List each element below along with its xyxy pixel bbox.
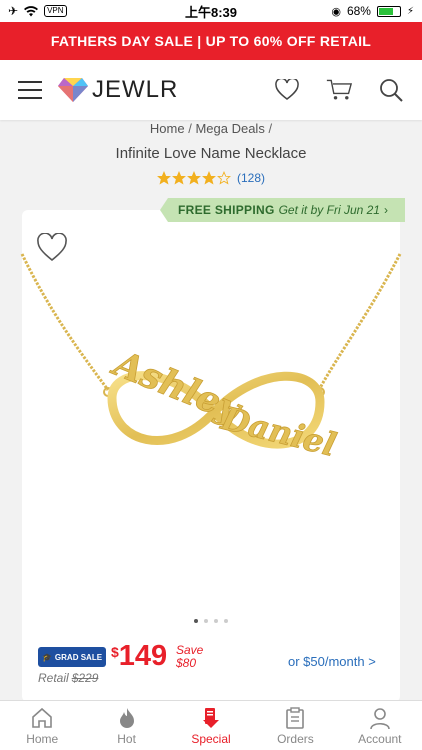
vpn-badge: VPN <box>44 5 67 17</box>
save-amount: Save $80 <box>176 644 203 670</box>
search-icon[interactable] <box>378 77 404 103</box>
grad-sale-label: GRAD SALE <box>54 652 103 662</box>
tab-hot[interactable]: Hot <box>84 701 168 750</box>
tab-label: Home <box>26 731 59 746</box>
product-title: Infinite Love Name Necklace <box>115 145 307 162</box>
app-header: JEWLR <box>0 60 422 120</box>
rating[interactable]: (128) <box>0 171 422 185</box>
flame-icon <box>119 707 134 728</box>
review-count[interactable]: (128) <box>237 171 265 185</box>
tab-home[interactable]: Home <box>0 701 84 750</box>
monthly-payment-link[interactable]: or $50/month > <box>288 654 376 669</box>
shipping-date: Get it by Fri Jun 21 <box>278 203 380 217</box>
tab-account[interactable]: Account <box>338 701 422 750</box>
carousel-dot[interactable] <box>204 619 208 623</box>
carousel-dot[interactable] <box>194 619 198 623</box>
gem-logo-icon <box>58 78 88 102</box>
retail-value: $229 <box>71 671 99 685</box>
sale-price: $ 149 <box>111 640 167 672</box>
airplane-icon: ✈ <box>8 4 19 18</box>
save-value: $80 <box>176 656 197 670</box>
breadcrumb-home[interactable]: Home <box>150 121 185 136</box>
star-icon <box>157 171 171 185</box>
promo-banner[interactable]: FATHERS DAY SALE | UP TO 60% OFF RETAIL <box>0 22 422 60</box>
tab-label: Special <box>191 731 231 746</box>
cart-icon[interactable] <box>326 77 352 103</box>
breadcrumb-separator: / <box>184 121 196 136</box>
clipboard-icon <box>286 706 305 729</box>
star-icon <box>202 171 216 185</box>
star-icon <box>187 171 201 185</box>
breadcrumb-separator: / <box>264 121 273 136</box>
battery-icon <box>376 5 401 17</box>
star-icon <box>172 171 186 185</box>
status-left: ✈ VPN <box>8 4 67 18</box>
graduation-cap-icon: 🎓 <box>41 652 52 662</box>
tab-label: Account <box>358 731 402 746</box>
orientation-lock-icon: ◉ <box>331 5 341 18</box>
carousel-dot[interactable] <box>224 619 228 623</box>
product-image[interactable]: Ashley Daniel <box>20 252 402 502</box>
price-amount: 149 <box>118 640 168 672</box>
tab-label: Orders <box>277 731 314 746</box>
home-icon <box>32 707 53 728</box>
grad-sale-badge: 🎓 GRAD SALE <box>38 647 106 667</box>
breadcrumb-mega-deals[interactable]: Mega Deals <box>195 121 264 136</box>
free-shipping-banner[interactable]: FREE SHIPPING Get it by Fri Jun 21 › <box>160 198 405 222</box>
tab-label: Hot <box>117 731 136 746</box>
tab-orders[interactable]: Orders <box>253 701 337 750</box>
wifi-icon <box>24 5 39 16</box>
price-currency: $ <box>111 644 119 660</box>
status-right: ◉ 68% ⚡ <box>331 4 414 18</box>
carousel-dot[interactable] <box>214 619 218 623</box>
shipping-label: FREE SHIPPING <box>178 203 275 217</box>
wishlist-heart-icon[interactable] <box>274 77 300 103</box>
retail-label: Retail <box>38 671 69 685</box>
logo-text: JEWLR <box>92 76 179 103</box>
jewlr-logo[interactable]: JEWLR <box>58 76 178 104</box>
breadcrumb: Home / Mega Deals / <box>0 121 422 136</box>
special-tag-icon <box>203 707 220 728</box>
rating-stars <box>157 171 231 185</box>
user-icon <box>370 707 390 729</box>
tab-special[interactable]: Special <box>169 701 253 750</box>
hamburger-menu-icon[interactable] <box>18 81 42 99</box>
star-icon <box>217 171 231 185</box>
bottom-tab-bar: Home Hot Special Orders Account <box>0 700 422 750</box>
image-carousel-dots[interactable] <box>0 619 422 623</box>
chevron-right-icon: › <box>383 203 388 217</box>
status-bar: ✈ VPN 上午8:39 ◉ 68% ⚡ <box>0 0 422 22</box>
battery-percent: 68% <box>346 4 371 18</box>
charging-icon: ⚡ <box>406 5 414 17</box>
retail-price: Retail $229 <box>38 671 98 685</box>
